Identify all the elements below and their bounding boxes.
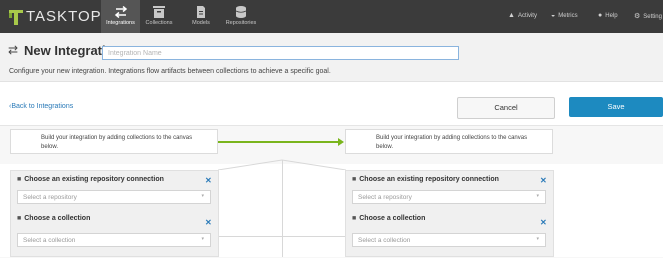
repositories-icon: [235, 6, 247, 18]
save-button[interactable]: Save: [569, 97, 663, 117]
nav-repositories[interactable]: Repositories: [220, 0, 262, 33]
chevron-down-icon: ▾: [201, 193, 204, 199]
chevron-down-icon: ▾: [201, 236, 204, 242]
database-icon: ■: [352, 176, 357, 183]
close-icon[interactable]: ✕: [205, 176, 212, 185]
integration-connector-line: [218, 141, 338, 143]
repository-select[interactable]: Select a repository ▾: [352, 190, 546, 204]
bell-icon: ▲: [508, 12, 515, 19]
close-icon[interactable]: ✕: [540, 218, 547, 227]
canvas-guide-horizontal: [218, 236, 346, 237]
nav-integrations-label: Integrations: [106, 20, 135, 26]
repo-heading: ■ Choose an existing repository connectio…: [17, 176, 164, 183]
nav-activity[interactable]: ▲ Activity: [508, 12, 537, 19]
chevron-down-icon: ▾: [536, 236, 539, 242]
close-icon[interactable]: ✕: [205, 218, 212, 227]
cancel-button[interactable]: Cancel: [457, 97, 555, 119]
canvas-guide-diagonal: [218, 159, 346, 170]
nav-metrics[interactable]: ◒ Metrics: [551, 12, 578, 19]
repository-select[interactable]: Select a repository ▾: [17, 190, 211, 204]
help-icon: ●: [598, 12, 603, 19]
integration-arrows-icon: ⇄: [8, 43, 19, 57]
arrows-icon: [114, 6, 127, 18]
dashboard-icon: ◒: [551, 12, 556, 19]
nav-repositories-label: Repositories: [225, 20, 257, 26]
chevron-down-icon: ▾: [536, 193, 539, 199]
integration-name-input[interactable]: [102, 46, 459, 60]
repo-heading: ■ Choose an existing repository connectio…: [352, 176, 499, 183]
close-icon[interactable]: ✕: [540, 176, 547, 185]
collection-select[interactable]: Select a collection ▾: [17, 233, 211, 247]
models-icon: [197, 6, 205, 18]
collection-heading: ■ Choose a collection: [352, 215, 426, 222]
collection-icon: ■: [17, 215, 22, 222]
gear-icon: ⚙: [634, 13, 641, 20]
collections-icon: [153, 6, 165, 18]
nav-help[interactable]: ● Help: [598, 12, 618, 19]
logo-text: TASKTOP: [26, 8, 102, 25]
canvas-guide-vertical: [282, 160, 283, 257]
nav-integrations[interactable]: Integrations: [101, 0, 140, 33]
collection-panel-left: ■ Choose an existing repository connectio…: [10, 170, 219, 257]
collection-panel-right: ■ Choose an existing repository connectio…: [345, 170, 554, 257]
nav-models[interactable]: Models: [186, 0, 216, 33]
top-navbar: TASKTOP Integrations Collections Models: [0, 0, 663, 33]
nav-collections[interactable]: Collections: [141, 0, 177, 33]
nav-settings[interactable]: ⚙ Setting: [634, 12, 662, 20]
collection-icon: ■: [352, 215, 357, 222]
nav-models-label: Models: [192, 20, 210, 26]
database-icon: ■: [17, 176, 22, 183]
page-subtitle: Configure your new integration. Integrat…: [9, 68, 331, 75]
canvas-hint-right: Build your integration by adding collect…: [345, 129, 553, 154]
back-to-integrations-link[interactable]: ‹Back to Integrations: [9, 103, 73, 110]
logo-mark-icon: [9, 10, 23, 25]
canvas-hint-left: Build your integration by adding collect…: [10, 129, 218, 154]
connector-arrow-icon: [338, 138, 344, 146]
nav-collections-label: Collections: [145, 20, 173, 26]
collection-heading: ■ Choose a collection: [17, 215, 91, 222]
collection-select[interactable]: Select a collection ▾: [352, 233, 546, 247]
